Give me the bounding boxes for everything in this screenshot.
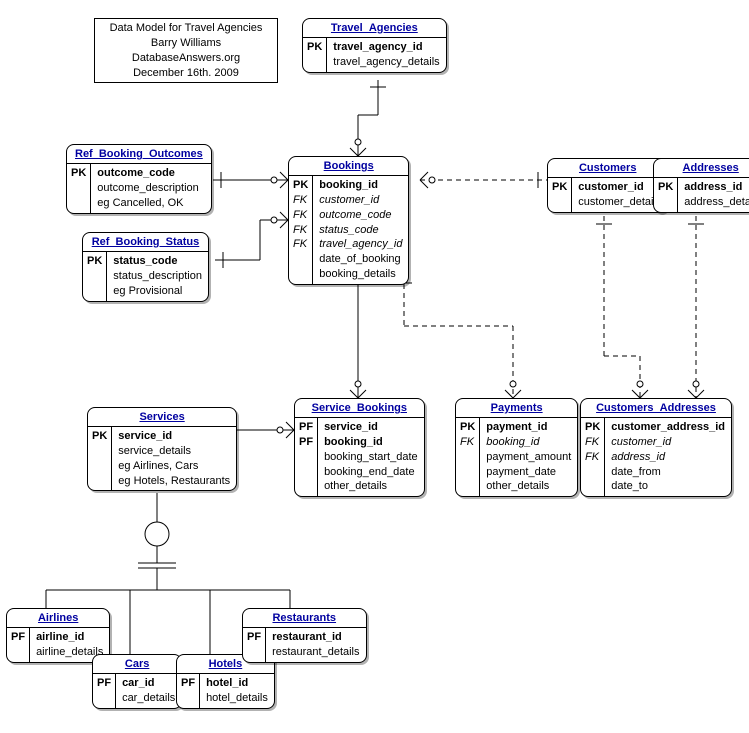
entity-bookings: Bookings PK FK FK FK FK booking_id custo… — [288, 156, 409, 285]
attr-cell: travel_agency_details — [333, 55, 439, 70]
attr-cell: address_details — [684, 195, 749, 210]
attr-cell: other_details — [486, 479, 571, 494]
attr-cell: address_id — [684, 180, 749, 195]
entity-title: Ref_Booking_Status — [83, 233, 208, 252]
entity-title: Restaurants — [243, 609, 366, 628]
attr-cell: service_id — [118, 429, 230, 444]
entity-title: Bookings — [289, 157, 408, 176]
attr-cell: booking_start_date — [324, 450, 418, 465]
attr-cell: eg Cancelled, OK — [97, 196, 199, 211]
entity-title: Ref_Booking_Outcomes — [67, 145, 211, 164]
entity-title: Service_Bookings — [295, 399, 424, 418]
entity-customers: Customers PK customer_id customer_detail… — [547, 158, 668, 213]
attr-cell: booking_id — [319, 178, 402, 193]
entity-title: Payments — [456, 399, 577, 418]
attr-cell: status_code — [113, 254, 202, 269]
meta-line: DatabaseAnswers.org — [101, 51, 271, 66]
attr-cell: outcome_code — [319, 208, 402, 223]
key-cell: PK — [92, 429, 107, 444]
key-cell: FK — [585, 435, 600, 450]
entity-services: Services PK service_id service_details e… — [87, 407, 237, 491]
attr-cell: outcome_code — [97, 166, 199, 181]
meta-line: December 16th. 2009 — [101, 66, 271, 81]
meta-line: Barry Williams — [101, 36, 271, 51]
entity-title: Services — [88, 408, 236, 427]
entity-title: Customers_Addresses — [581, 399, 731, 418]
attr-cell: car_details — [122, 691, 175, 706]
entity-restaurants: Restaurants PF restaurant_id restaurant_… — [242, 608, 367, 663]
attr-cell: payment_date — [486, 465, 571, 480]
attr-cell: outcome_description — [97, 181, 199, 196]
attr-cell: other_details — [324, 479, 418, 494]
key-cell: PK — [585, 420, 600, 435]
key-cell: FK — [460, 435, 475, 450]
entity-ref-booking-outcomes: Ref_Booking_Outcomes PK outcome_code out… — [66, 144, 212, 214]
attr-cell: eg Provisional — [113, 284, 202, 299]
entity-travel-agencies: Travel_Agencies PK travel_agency_id trav… — [302, 18, 447, 73]
attr-cell: booking_id — [486, 435, 571, 450]
attr-cell: airline_id — [36, 630, 103, 645]
attr-cell: customer_address_id — [611, 420, 725, 435]
attr-cell: customer_id — [578, 180, 661, 195]
key-cell: FK — [293, 193, 308, 208]
key-cell: FK — [585, 450, 600, 465]
attr-cell: travel_agency_id — [319, 237, 402, 252]
key-cell: PF — [299, 435, 313, 450]
key-cell: PF — [97, 676, 111, 691]
entity-ref-booking-status: Ref_Booking_Status PK status_code status… — [82, 232, 209, 302]
entity-title: Customers — [548, 159, 667, 178]
entity-cars: Cars PF car_id car_details — [92, 654, 182, 709]
key-cell: PK — [307, 40, 322, 55]
meta-line: Data Model for Travel Agencies — [101, 21, 271, 36]
key-cell: PK — [552, 180, 567, 195]
key-cell: FK — [293, 237, 308, 252]
key-cell: FK — [293, 223, 308, 238]
attr-cell: car_id — [122, 676, 175, 691]
key-cell: FK — [293, 208, 308, 223]
metadata-box: Data Model for Travel Agencies Barry Wil… — [94, 18, 278, 83]
attr-cell: booking_id — [324, 435, 418, 450]
entity-service-bookings: Service_Bookings PF PF service_id bookin… — [294, 398, 425, 497]
relationships-svg — [0, 0, 749, 733]
key-cell: PK — [293, 178, 308, 193]
attr-cell: date_of_booking — [319, 252, 402, 267]
attr-cell: service_details — [118, 444, 230, 459]
key-cell: PK — [71, 166, 86, 181]
attr-cell: status_code — [319, 223, 402, 238]
key-cell: PK — [460, 420, 475, 435]
key-cell: PF — [11, 630, 25, 645]
attr-cell: payment_id — [486, 420, 571, 435]
entity-title: Airlines — [7, 609, 109, 628]
attr-cell: booking_details — [319, 267, 402, 282]
attr-cell: hotel_id — [206, 676, 268, 691]
key-cell: PF — [181, 676, 195, 691]
key-cell: PK — [87, 254, 102, 269]
attr-cell: date_from — [611, 465, 725, 480]
attr-cell: date_to — [611, 479, 725, 494]
entity-payments: Payments PK FK payment_id booking_id pay… — [455, 398, 578, 497]
attr-cell: hotel_details — [206, 691, 268, 706]
entity-addresses: Addresses PK address_id address_details — [653, 158, 749, 213]
attr-cell: booking_end_date — [324, 465, 418, 480]
attr-cell: customer_id — [319, 193, 402, 208]
attr-cell: restaurant_id — [272, 630, 359, 645]
entity-customers-addresses: Customers_Addresses PK FK FK customer_ad… — [580, 398, 732, 497]
attr-cell: travel_agency_id — [333, 40, 439, 55]
attr-cell: eg Airlines, Cars — [118, 459, 230, 474]
entity-title: Travel_Agencies — [303, 19, 446, 38]
attr-cell: restaurant_details — [272, 645, 359, 660]
key-cell: PK — [658, 180, 673, 195]
attr-cell: service_id — [324, 420, 418, 435]
key-cell: PF — [299, 420, 313, 435]
key-cell: PF — [247, 630, 261, 645]
attr-cell: eg Hotels, Restaurants — [118, 474, 230, 489]
attr-cell: address_id — [611, 450, 725, 465]
entity-title: Cars — [93, 655, 181, 674]
attr-cell: status_description — [113, 269, 202, 284]
entity-title: Addresses — [654, 159, 749, 178]
attr-cell: customer_id — [611, 435, 725, 450]
attr-cell: payment_amount — [486, 450, 571, 465]
attr-cell: customer_details — [578, 195, 661, 210]
